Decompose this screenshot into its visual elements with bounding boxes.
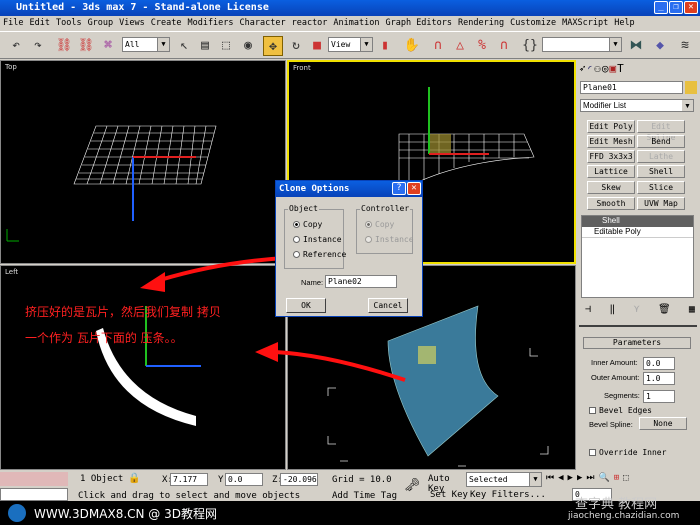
set-key-button[interactable]: Set Key bbox=[430, 490, 468, 500]
clone-options-dialog: Clone Options ? ✕ Object Copy Instance R… bbox=[275, 180, 423, 317]
maxscript-input[interactable] bbox=[0, 488, 68, 501]
parameters-rollout-header[interactable]: Parameters bbox=[583, 337, 691, 349]
prompt-line: Click and drag to select and move object… bbox=[78, 491, 301, 501]
remove-modifier-icon[interactable]: 🗑 bbox=[658, 304, 671, 315]
add-time-tag-button[interactable]: Add Time Tag bbox=[332, 491, 397, 501]
lathe-button: Lathe bbox=[637, 150, 685, 163]
selection-count: 1 Object bbox=[80, 474, 124, 484]
bevel-spline-button[interactable]: None bbox=[639, 417, 687, 430]
inner-amount-label: Inner Amount: bbox=[591, 358, 638, 367]
modify-tab-icon[interactable]: ◜ bbox=[587, 62, 594, 75]
radio-controller-instance: Instance bbox=[365, 235, 414, 244]
bevel-spline-label: Bevel Spline: bbox=[589, 420, 633, 429]
y-coordinate[interactable]: 0.0 bbox=[225, 473, 263, 486]
override-inner-checkbox[interactable]: Override Inner bbox=[589, 448, 666, 457]
watermark-text: WWW.3DMAX8.CN @ 3D教程网 bbox=[34, 507, 218, 521]
pin-stack-icon[interactable]: ⊣ bbox=[585, 304, 591, 315]
radio-controller-copy: Copy bbox=[365, 220, 394, 229]
key-filters-button[interactable]: Key Filters... bbox=[470, 490, 546, 500]
utilities-tab-icon[interactable]: T bbox=[617, 62, 624, 75]
object-name-input[interactable]: Plane01 bbox=[580, 81, 683, 94]
help-button[interactable]: ? bbox=[392, 182, 406, 195]
slice-button[interactable]: Slice bbox=[637, 181, 685, 194]
show-end-result-icon[interactable]: ‖ bbox=[609, 304, 615, 315]
edit-poly-button[interactable]: Edit Poly bbox=[587, 120, 635, 133]
display-tab-icon[interactable]: ▣ bbox=[610, 62, 617, 75]
annotation-line-2: 一个作为 瓦片下面的 压条。。 bbox=[25, 331, 183, 345]
name-input[interactable]: Plane02 bbox=[325, 275, 397, 288]
watermark-right-title: 查字典 教程网 bbox=[575, 497, 658, 512]
motion-tab-icon[interactable]: ◎ bbox=[602, 62, 609, 75]
watermark-right-url: jiaocheng.chazidian.com bbox=[568, 511, 680, 521]
modifier-list-dropdown[interactable]: Modifier List ▼ bbox=[580, 99, 694, 112]
make-unique-icon[interactable]: ⋎ bbox=[634, 304, 640, 315]
annotation-line-1: 挤压好的是瓦片，然后我们复制 拷贝 bbox=[25, 305, 221, 319]
stack-item-editable-poly[interactable]: Editable Poly bbox=[582, 227, 693, 238]
ffd-button[interactable]: FFD 3x3x3 bbox=[587, 150, 635, 163]
hierarchy-tab-icon[interactable]: ⚇ bbox=[594, 62, 601, 75]
outer-amount-input[interactable]: 1.0 bbox=[643, 372, 675, 385]
radio-reference[interactable]: Reference bbox=[293, 250, 346, 259]
controller-group: Controller Copy Instance bbox=[356, 204, 414, 254]
segments-label: Segments: bbox=[604, 391, 640, 400]
create-tab-icon[interactable]: ➶ bbox=[579, 62, 586, 75]
play-icon[interactable]: ▶ bbox=[568, 473, 573, 483]
ok-button[interactable]: OK bbox=[286, 298, 326, 313]
cancel-button[interactable]: Cancel bbox=[368, 298, 408, 313]
name-label: Name: bbox=[301, 278, 324, 287]
zoom-all-icon[interactable]: ⊞ bbox=[614, 473, 619, 483]
skew-button[interactable]: Skew bbox=[587, 181, 635, 194]
maxscript-listener-mini[interactable] bbox=[0, 472, 68, 486]
z-coordinate[interactable]: -20.096 bbox=[280, 473, 318, 486]
watermark-logo bbox=[8, 504, 26, 522]
key-icon[interactable]: 🗝 bbox=[404, 478, 421, 493]
edit-mesh-button[interactable]: Edit Mesh bbox=[587, 135, 635, 148]
inner-amount-input[interactable]: 0.0 bbox=[643, 357, 675, 370]
radio-instance[interactable]: Instance bbox=[293, 235, 342, 244]
shell-button[interactable]: Shell bbox=[637, 165, 685, 178]
lock-icon[interactable]: 🔒 bbox=[128, 473, 140, 484]
goto-end-icon[interactable]: ⏭ bbox=[586, 473, 594, 483]
smooth-button[interactable]: Smooth bbox=[587, 197, 635, 210]
configure-sets-icon[interactable]: ▦ bbox=[689, 304, 695, 315]
edit-spline-button: Edit Spline bbox=[637, 120, 685, 142]
radio-copy[interactable]: Copy bbox=[293, 220, 322, 229]
prev-frame-icon[interactable]: ◀ bbox=[558, 473, 563, 483]
command-panel: ➶ ◜ ⚇ ◎ ▣ T Plane01 Modifier List ▼ Edit Poly … bbox=[577, 60, 700, 470]
watermark-bar: WWW.3DMAX8.CN @ 3D教程网 查字典 教程网 jiaocheng.… bbox=[0, 497, 700, 525]
key-mode-dropdown[interactable]: Selected ▼ bbox=[466, 472, 542, 487]
dialog-close-button[interactable]: ✕ bbox=[407, 182, 421, 195]
group-label: Object bbox=[288, 204, 319, 213]
next-frame-icon[interactable]: ▶ bbox=[577, 473, 582, 483]
bend-button[interactable]: Bend bbox=[637, 135, 685, 148]
grid-size: Grid = 10.0 bbox=[332, 475, 392, 485]
lattice-button[interactable]: Lattice bbox=[587, 165, 635, 178]
group-label: Controller bbox=[360, 204, 411, 213]
object-color-swatch[interactable] bbox=[685, 81, 697, 94]
x-coordinate[interactable]: 7.177 bbox=[170, 473, 208, 486]
bevel-edges-checkbox[interactable]: Bevel Edges bbox=[589, 406, 652, 415]
uvw-map-button[interactable]: UVW Map bbox=[637, 197, 685, 210]
object-group: Object Copy Instance Reference bbox=[284, 204, 346, 269]
modifier-stack: Shell Editable Poly bbox=[581, 215, 694, 298]
goto-start-icon[interactable]: ⏮ bbox=[546, 473, 554, 483]
zoom-icon[interactable]: 🔍 bbox=[598, 473, 609, 483]
outer-amount-label: Outer Amount: bbox=[591, 373, 640, 382]
stack-item-shell[interactable]: Shell bbox=[582, 216, 693, 227]
segments-input[interactable]: 1 bbox=[643, 390, 675, 403]
zoom-extents-icon[interactable]: ⬚ bbox=[623, 473, 628, 483]
